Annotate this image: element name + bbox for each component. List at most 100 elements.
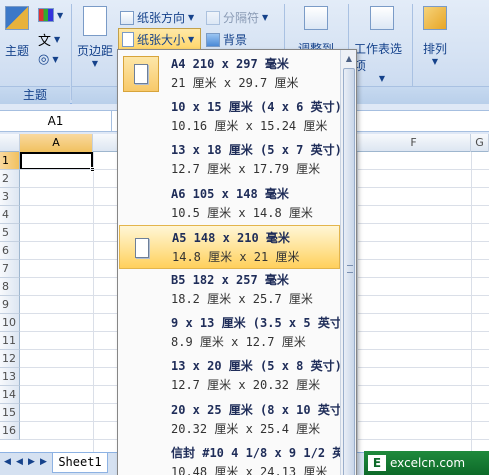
paper-size-option[interactable]: A5 148 x 210 毫米 14.8 厘米 x 21 厘米 (119, 224, 340, 269)
paper-size-option[interactable]: 20 x 25 厘米 (8 x 10 英寸) 20.32 厘米 x 25.4 厘米 (119, 398, 349, 442)
paper-size-option[interactable]: A4 210 x 297 毫米 21 厘米 x 29.7 厘米 (119, 52, 340, 96)
theme-fonts-button[interactable]: 文 ▼ (38, 30, 60, 49)
fonts-icon: 文 (38, 34, 52, 49)
orientation-button[interactable]: 纸张方向 ▼ (120, 9, 194, 26)
paper-size-dimensions: 14.8 厘米 x 21 厘米 (172, 249, 300, 264)
page-icon (135, 237, 149, 258)
paper-size-title: B5 182 x 257 毫米 (171, 273, 289, 287)
breaks-button[interactable]: 分隔符 ▼ (206, 9, 268, 26)
row-header[interactable]: 2 (0, 170, 20, 188)
background-button[interactable]: 背景 (206, 31, 247, 48)
paper-size-title: A4 210 x 297 毫米 (171, 57, 289, 71)
paper-thumbnail (123, 272, 159, 308)
first-sheet-arrow-icon[interactable]: ◀ (4, 457, 11, 467)
paper-size-option[interactable]: 9 x 13 厘米 (3.5 x 5 英寸) 8.9 厘米 x 12.7 厘米 (119, 311, 349, 355)
row-header[interactable]: 1 (0, 152, 20, 170)
paper-size-dimensions: 10.16 厘米 x 15.24 厘米 (171, 119, 328, 134)
column-header-g[interactable]: G (471, 134, 489, 152)
paper-thumbnail (123, 402, 159, 438)
paper-size-option[interactable]: A6 105 x 148 毫米 10.5 厘米 x 14.8 厘米 (119, 182, 340, 226)
palette-icon (38, 8, 54, 22)
site-watermark: E excelcn.com (364, 451, 489, 475)
arrange-button[interactable]: 排列 ▼ (418, 6, 452, 66)
margins-button[interactable]: 页边距 ▼ (76, 6, 114, 68)
paper-size-icon (122, 31, 134, 47)
row-header[interactable]: 13 (0, 368, 20, 386)
paper-size-option[interactable]: 13 x 20 厘米 (5 x 8 英寸) 12.7 厘米 x 20.32 厘米 (119, 354, 342, 398)
paper-size-option[interactable]: 信封 #10 4 1/8 x 9 1/2 英寸 10.48 厘米 x 24.13 … (119, 441, 356, 475)
theme-colors-button[interactable]: ▼ (38, 8, 63, 22)
theme-button[interactable]: 主题 (2, 6, 32, 59)
row-header[interactable]: 15 (0, 404, 20, 422)
paper-size-button[interactable]: 纸张大小 ▼ (118, 28, 201, 50)
sheet-options-button[interactable]: 工作表选项 ▼ (354, 6, 410, 83)
chevron-down-icon: ▼ (91, 59, 99, 68)
theme-icon (5, 6, 29, 30)
effects-icon: ◎ (38, 52, 50, 67)
sheet-tab-sheet1[interactable]: Sheet1 (52, 453, 108, 473)
row-header[interactable]: 5 (0, 224, 20, 242)
select-all-corner[interactable] (0, 134, 20, 152)
paper-size-dimensions: 10.48 厘米 x 24.13 厘米 (171, 464, 328, 475)
row-header[interactable]: 10 (0, 314, 20, 332)
row-header[interactable]: 9 (0, 296, 20, 314)
next-sheet-arrow-icon[interactable]: ▶ (28, 457, 35, 467)
paper-size-option[interactable]: 13 x 18 厘米 (5 x 7 英寸) 12.7 厘米 x 17.79 厘米 (119, 138, 342, 182)
row-header[interactable]: 12 (0, 350, 20, 368)
chevron-down-icon: ▼ (54, 35, 61, 44)
paper-thumbnail (123, 99, 159, 135)
paper-size-dimensions: 10.5 厘米 x 14.8 厘米 (171, 205, 313, 220)
row-header[interactable]: 6 (0, 242, 20, 260)
paper-size-option[interactable]: B5 182 x 257 毫米 18.2 厘米 x 25.7 厘米 (119, 268, 340, 312)
row-header[interactable]: 4 (0, 206, 20, 224)
paper-thumbnail (123, 142, 159, 178)
grid-line (357, 152, 358, 452)
scroll-up-icon[interactable]: ▲ (342, 52, 356, 66)
scrollbar-thumb[interactable] (343, 68, 355, 475)
page-icon (134, 64, 148, 84)
sheet-options-icon (370, 6, 394, 30)
chevron-down-icon: ▼ (431, 57, 439, 66)
paper-size-title: 13 x 20 厘米 (5 x 8 英寸) (171, 359, 342, 374)
grid-line (93, 152, 94, 452)
paper-size-title: A6 105 x 148 毫米 (171, 186, 289, 201)
row-header[interactable]: 14 (0, 386, 20, 404)
sheet-options-label: 工作表选项 (354, 42, 403, 73)
margins-label: 页边距 (76, 44, 113, 58)
chevron-down-icon: ▼ (378, 74, 386, 83)
paper-size-label: 纸张大小 (137, 32, 186, 47)
chevron-down-icon: ▼ (57, 10, 64, 20)
breaks-icon (206, 10, 220, 25)
watermark-text: excelcn.com (390, 456, 466, 470)
column-header-a[interactable]: A (20, 134, 93, 152)
paper-thumbnail (123, 186, 159, 222)
row-header[interactable]: 11 (0, 332, 20, 350)
paper-size-title: 10 x 15 厘米 (4 x 6 英寸) (171, 100, 342, 115)
paper-size-option[interactable]: 10 x 15 厘米 (4 x 6 英寸) 10.16 厘米 x 15.24 厘米 (119, 95, 342, 139)
active-cell-a1[interactable] (20, 152, 93, 170)
breaks-label: 分隔符 (223, 11, 260, 25)
name-box[interactable]: A1 (0, 111, 112, 131)
orientation-icon (120, 10, 134, 25)
last-sheet-arrow-icon[interactable]: ▶ (40, 457, 47, 467)
paper-thumbnail (123, 358, 159, 394)
prev-sheet-arrow-icon[interactable]: ◀ (16, 457, 23, 467)
row-header[interactable]: 8 (0, 278, 20, 296)
background-icon (206, 32, 220, 47)
paper-thumbnail (124, 230, 160, 266)
orientation-label: 纸张方向 (137, 11, 186, 25)
menu-scrollbar[interactable]: ▲ (340, 50, 356, 475)
row-header[interactable]: 7 (0, 260, 20, 278)
theme-group-label: 主题 (22, 88, 47, 102)
row-header[interactable]: 16 (0, 422, 20, 440)
paper-size-dimensions: 18.2 厘米 x 25.7 厘米 (171, 292, 313, 306)
paper-thumbnail (123, 445, 159, 475)
margins-icon (83, 6, 107, 36)
row-header[interactable]: 3 (0, 188, 20, 206)
column-header-f[interactable]: F (357, 134, 471, 152)
chevron-down-icon: ▼ (262, 13, 269, 22)
paper-size-title: 13 x 18 厘米 (5 x 7 英寸) (171, 143, 342, 158)
scrollbar-grip-icon (347, 265, 353, 273)
theme-effects-button[interactable]: ◎ ▼ (38, 52, 59, 67)
chevron-down-icon: ▼ (188, 34, 195, 44)
